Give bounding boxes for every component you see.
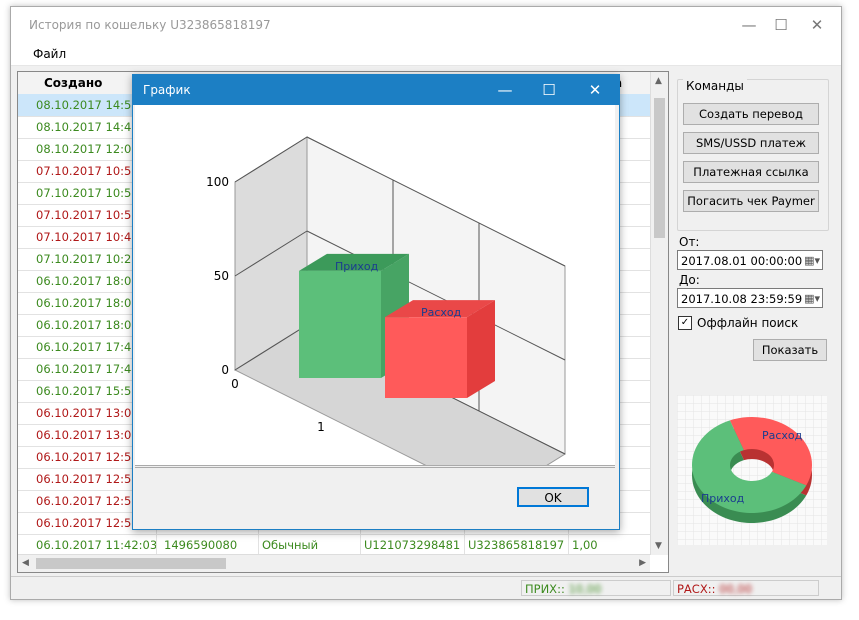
scroll-down-icon[interactable]: ▼ bbox=[655, 541, 662, 551]
expense-status-value: 00,00 bbox=[719, 582, 753, 596]
to-date-value: 2017.10.08 23:59:59 bbox=[681, 292, 803, 306]
expense-status: РАСХ:: 00,00 bbox=[673, 580, 819, 596]
from-date-picker[interactable]: 2017.08.01 00:00:00 ▦▾ bbox=[677, 250, 823, 270]
title-bar: История по кошельку U323865818197 — ☐ ✕ bbox=[11, 7, 841, 43]
bar-chart: 0501000123ПриходРасход bbox=[206, 136, 567, 520]
column-created[interactable]: Создано bbox=[44, 76, 102, 90]
y-tick-label: 0 bbox=[221, 363, 229, 377]
menu-file[interactable]: Файл bbox=[33, 47, 66, 61]
dialog-title: График bbox=[143, 83, 191, 97]
income-status-label: ПРИХ:: bbox=[525, 582, 565, 596]
calendar-icon[interactable]: ▦▾ bbox=[804, 251, 820, 271]
vertical-scroll-thumb[interactable] bbox=[654, 98, 665, 238]
menu-bar: Файл bbox=[11, 43, 841, 66]
donut-income-label: Приход bbox=[701, 492, 745, 505]
chart-dialog: График — ☐ ✕ 0501000123ПриходРасход OK bbox=[132, 74, 620, 530]
x-tick-label: 1 bbox=[317, 420, 325, 434]
sms-payment-button[interactable]: SMS/USSD платеж bbox=[683, 132, 819, 154]
dialog-maximize-button[interactable]: ☐ bbox=[539, 80, 559, 100]
bar bbox=[299, 270, 381, 378]
status-bar: ПРИХ:: 10,00 РАСХ:: 00,00 bbox=[11, 576, 841, 599]
horizontal-scroll-thumb[interactable] bbox=[36, 558, 226, 569]
column-divider bbox=[360, 534, 361, 556]
from-label: От: bbox=[679, 235, 700, 249]
window-title: История по кошельку U323865818197 bbox=[29, 18, 271, 32]
offline-checkbox[interactable]: ✓ bbox=[678, 316, 692, 330]
scroll-up-icon[interactable]: ▲ bbox=[655, 76, 662, 86]
cell-id: 1496590080 bbox=[164, 538, 238, 552]
x-tick-label: 0 bbox=[231, 377, 239, 391]
bar-side bbox=[467, 300, 495, 398]
bar-label: Приход bbox=[335, 260, 379, 273]
column-divider bbox=[156, 534, 157, 556]
from-date-value: 2017.08.01 00:00:00 bbox=[681, 254, 803, 268]
minimize-button[interactable]: — bbox=[739, 15, 759, 35]
expense-status-label: РАСХ:: bbox=[677, 582, 716, 596]
cell-from: U121073298481 bbox=[364, 538, 461, 552]
cell-amount: 1,00 bbox=[572, 538, 598, 552]
to-label: До: bbox=[679, 273, 700, 287]
bar-label: Расход bbox=[421, 306, 462, 319]
payment-link-button[interactable]: Платежная ссылка bbox=[683, 161, 819, 183]
to-date-picker[interactable]: 2017.10.08 23:59:59 ▦▾ bbox=[677, 288, 823, 308]
calendar-icon[interactable]: ▦▾ bbox=[804, 289, 820, 309]
horizontal-scrollbar[interactable]: ◀ ▶ bbox=[18, 554, 650, 572]
dialog-minimize-button[interactable]: — bbox=[495, 80, 515, 100]
cell-type: Обычный bbox=[262, 538, 319, 552]
y-tick-label: 50 bbox=[214, 269, 229, 283]
donut-chart: Расход Приход bbox=[677, 395, 827, 545]
dialog-title-bar: График — ☐ ✕ bbox=[133, 75, 619, 105]
income-status: ПРИХ:: 10,00 bbox=[521, 580, 671, 596]
close-button[interactable]: ✕ bbox=[807, 15, 827, 35]
y-tick-label: 100 bbox=[206, 175, 229, 189]
scroll-left-icon[interactable]: ◀ bbox=[22, 558, 29, 568]
x-tick-label: 2 bbox=[403, 463, 411, 465]
column-divider bbox=[258, 534, 259, 556]
show-button[interactable]: Показать bbox=[753, 339, 827, 361]
cell-to: U323865818197 bbox=[468, 538, 565, 552]
commands-legend: Команды bbox=[683, 79, 747, 93]
bar bbox=[385, 317, 467, 398]
cell-created: 06.10.2017 11:42:03 bbox=[36, 538, 158, 552]
pay-check-button[interactable]: Погасить чек Paymer bbox=[683, 190, 819, 212]
scroll-right-icon[interactable]: ▶ bbox=[639, 558, 646, 568]
donut-expense-label: Расход bbox=[762, 429, 803, 442]
income-status-value: 10,00 bbox=[568, 582, 602, 596]
column-divider bbox=[464, 534, 465, 556]
offline-label: Оффлайн поиск bbox=[697, 316, 799, 330]
bar-chart-area: 0501000123ПриходРасход bbox=[135, 105, 615, 520]
column-divider bbox=[568, 534, 569, 556]
dialog-close-button[interactable]: ✕ bbox=[585, 80, 605, 100]
create-transfer-button[interactable]: Создать перевод bbox=[683, 103, 819, 125]
vertical-scrollbar[interactable]: ▲ ▼ bbox=[650, 72, 668, 555]
ok-button[interactable]: OK bbox=[517, 487, 589, 507]
dialog-separator bbox=[135, 467, 615, 468]
maximize-button[interactable]: ☐ bbox=[771, 15, 791, 35]
